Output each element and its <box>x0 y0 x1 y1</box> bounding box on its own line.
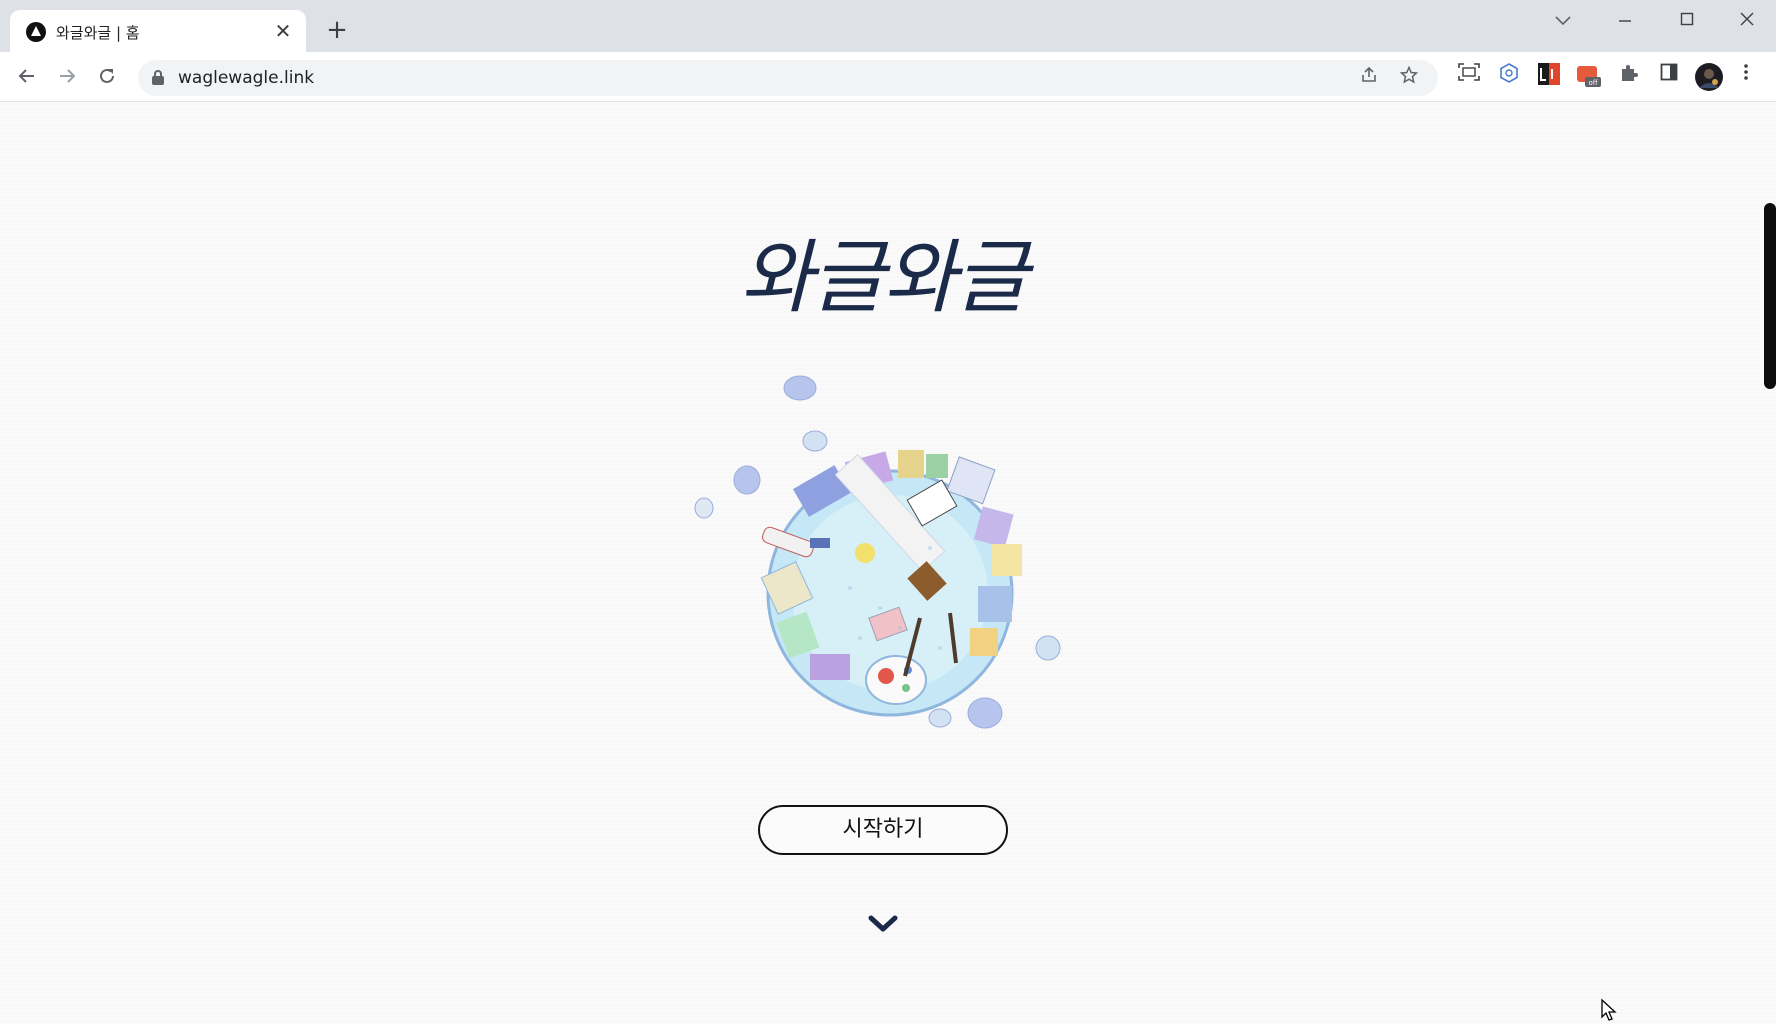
globe-illustration <box>694 375 1061 729</box>
browser-toolbar: waglewagle.link off <box>0 52 1776 102</box>
lock-icon[interactable] <box>152 70 164 85</box>
site-favicon-icon <box>26 22 46 42</box>
mouse-cursor-icon <box>1601 998 1617 1021</box>
screenshot-extension-icon[interactable] <box>1456 63 1482 89</box>
tab-close-icon[interactable]: ✕ <box>270 18 296 44</box>
reload-button[interactable] <box>92 63 122 93</box>
new-tab-button[interactable]: + <box>322 16 352 46</box>
extensions-puzzle-icon[interactable] <box>1616 63 1642 89</box>
page-title: 와글와글 <box>739 231 1028 324</box>
toggle-extension-icon[interactable]: off <box>1576 63 1602 89</box>
language-extension-icon[interactable] <box>1536 63 1562 89</box>
side-panel-icon[interactable] <box>1656 63 1682 89</box>
share-icon[interactable] <box>1356 66 1382 92</box>
close-window-button[interactable] <box>1724 6 1770 36</box>
hexagon-extension-icon[interactable] <box>1496 63 1522 89</box>
url-text[interactable]: waglewagle.link <box>178 68 314 88</box>
browser-menu-icon[interactable] <box>1736 63 1756 89</box>
tab-title: 와글와글 | 홈 <box>56 24 140 42</box>
extension-off-badge: off <box>1588 79 1597 87</box>
scrollbar-thumb[interactable] <box>1764 203 1776 389</box>
chevron-down-icon[interactable] <box>867 913 899 935</box>
page-content: 와글와글 시작하기 <box>0 103 1776 1024</box>
back-button[interactable] <box>12 63 42 93</box>
bookmark-star-icon[interactable] <box>1396 65 1422 92</box>
profile-avatar[interactable] <box>1694 62 1724 92</box>
start-button[interactable]: 시작하기 <box>758 805 1008 855</box>
maximize-button[interactable] <box>1664 6 1710 36</box>
tab-search-icon[interactable] <box>1540 6 1586 36</box>
forward-button[interactable] <box>52 63 82 93</box>
address-bar[interactable]: waglewagle.link <box>138 60 1438 96</box>
tab-bar: 와글와글 | 홈 ✕ + <box>0 0 1776 52</box>
browser-tab[interactable]: 와글와글 | 홈 ✕ <box>10 10 306 52</box>
minimize-button[interactable] <box>1602 6 1648 36</box>
